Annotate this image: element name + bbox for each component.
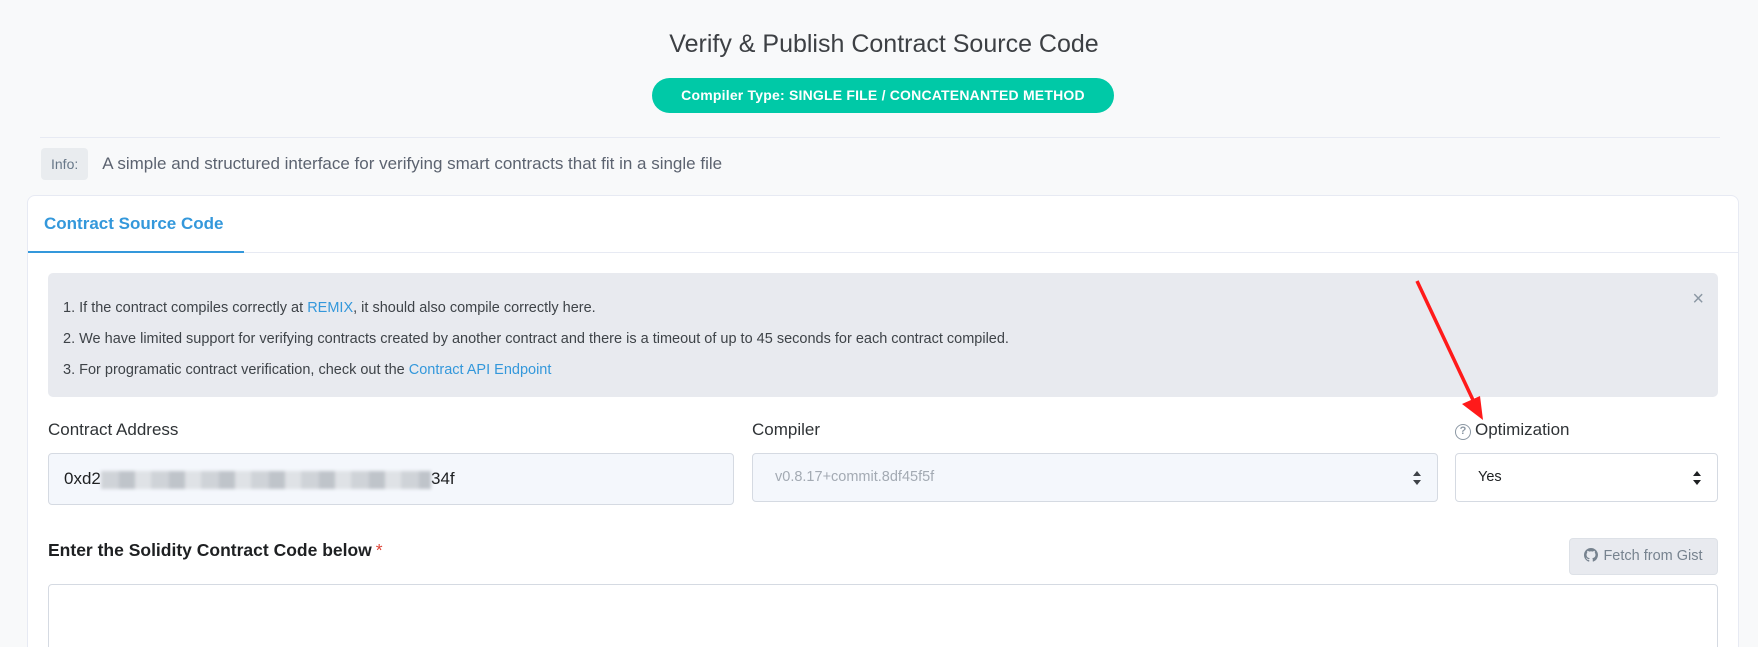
notice-line-3-text: 3. For programatic contract verification… (63, 362, 409, 378)
compiler-select[interactable]: v0.8.17+commit.8df45f5f (752, 453, 1438, 502)
fetch-from-gist-button[interactable]: Fetch from Gist (1569, 538, 1718, 575)
solidity-code-label-text: Enter the Solidity Contract Code below (48, 540, 372, 560)
info-tag: Info: (41, 148, 89, 180)
contract-address-field[interactable]: 0xd2 34f (48, 453, 734, 505)
fetch-from-gist-label: Fetch from Gist (1603, 548, 1703, 564)
question-circle-icon[interactable]: ? (1455, 424, 1471, 440)
optimization-selected-value: Yes (1478, 469, 1502, 485)
contract-address-value-end: 34f (431, 469, 455, 488)
solidity-code-label: Enter the Solidity Contract Code below * (48, 540, 383, 561)
tab-bar: Contract Source Code (28, 196, 1738, 253)
notice-line-1-suffix: , it should also compile correctly here. (353, 300, 596, 316)
notice-line-3: 3. For programatic contract verification… (63, 362, 551, 378)
close-icon[interactable]: × (1692, 289, 1704, 309)
notice-line-2: 2. We have limited support for verifying… (63, 331, 1009, 347)
notice-line-1-text: 1. If the contract compiles correctly at (63, 300, 308, 316)
solidity-code-textarea[interactable] (48, 584, 1718, 647)
compiler-selected-value: v0.8.17+commit.8df45f5f (775, 469, 935, 485)
tab-contract-source-code[interactable]: Contract Source Code (28, 196, 244, 253)
info-row: Info: A simple and structured interface … (41, 148, 722, 180)
compiler-label: Compiler (752, 420, 821, 439)
notice-line-1: 1. If the contract compiles correctly at… (63, 300, 596, 316)
contract-api-endpoint-link[interactable]: Contract API Endpoint (409, 362, 552, 378)
required-mark: * (375, 540, 383, 560)
github-icon (1584, 548, 1599, 562)
page-title: Verify & Publish Contract Source Code (669, 30, 1099, 58)
sort-arrows-icon (1693, 471, 1701, 485)
notice-box: 1. If the contract compiles correctly at… (48, 273, 1718, 397)
info-text: A simple and structured interface for ve… (102, 154, 723, 173)
compiler-type-badge: Compiler Type: SINGLE FILE / CONCATENANT… (652, 78, 1114, 113)
verify-publish-page: Verify & Publish Contract Source Code Co… (0, 0, 1758, 647)
badge-value: SINGLE FILE / CONCATENANTED METHOD (788, 87, 1085, 103)
optimization-select[interactable]: Yes (1455, 453, 1718, 502)
contract-address-label: Contract Address (48, 420, 179, 439)
remix-link[interactable]: REMIX (307, 300, 353, 316)
address-redaction (101, 471, 431, 489)
badge-prefix: Compiler Type: (681, 87, 785, 103)
sort-arrows-icon (1413, 471, 1421, 485)
optimization-label-text: Optimization (1475, 420, 1570, 439)
header-divider (40, 137, 1720, 138)
optimization-label: ? Optimization (1455, 420, 1569, 440)
